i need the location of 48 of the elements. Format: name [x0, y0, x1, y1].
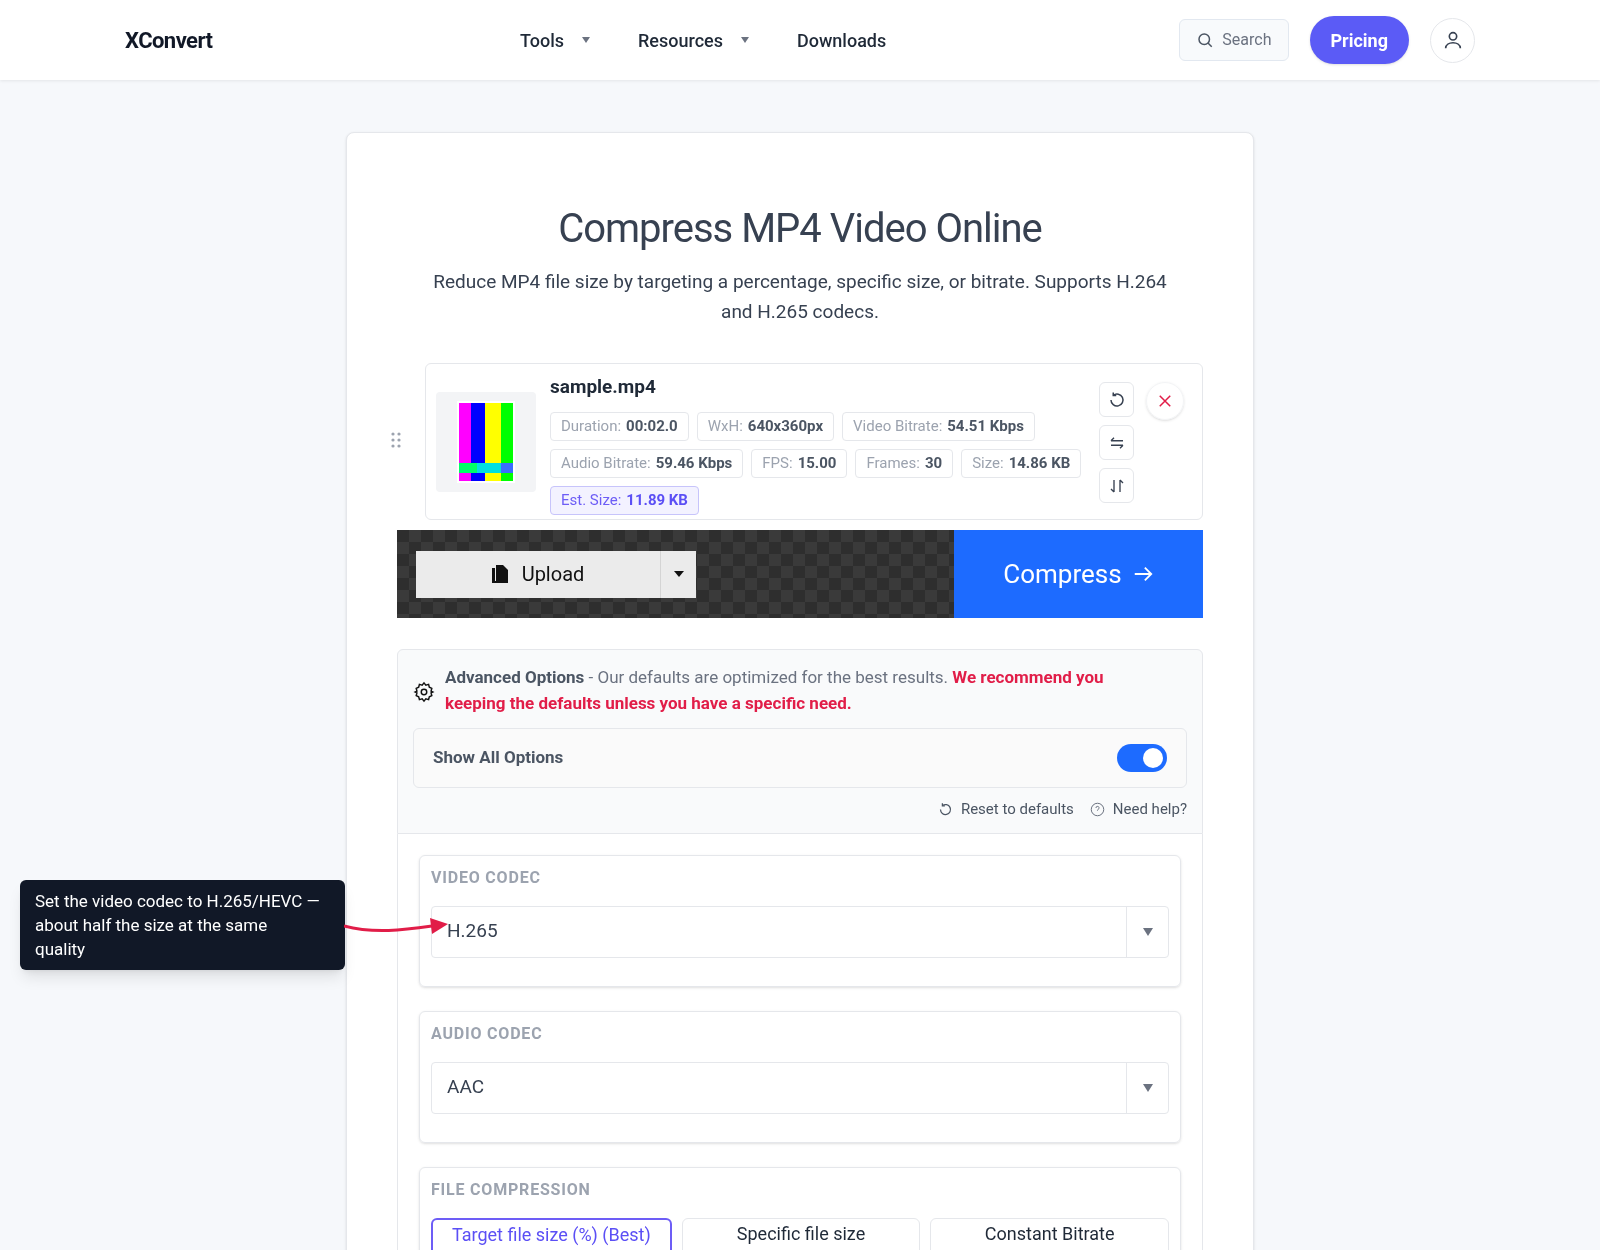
search-icon [1196, 31, 1215, 49]
logo[interactable]: XConvert [125, 23, 425, 57]
tooltip-text: Set the video codec to H.265/HEVC — about half the size at the same quality [35, 890, 320, 961]
help-link[interactable]: Need help? [1089, 798, 1187, 821]
drag-handle-icon [391, 432, 401, 448]
compression-mode-tab[interactable]: Specific file size [681, 1217, 921, 1250]
page-subtitle: Reduce MP4 file size by targeting a percentage, specific size, or bitrate. Supports H.264 and H.265 codecs. [432, 269, 1168, 325]
file-info-tag: FPS: 15.00 [751, 448, 848, 478]
section-label: VIDEO CODEC [431, 866, 542, 889]
select-field[interactable]: AAC [431, 1061, 1169, 1114]
nav-link[interactable]: Resources [638, 26, 749, 54]
file-info-tag: Frames: 30 [855, 448, 954, 478]
show-all-options-label: Show All Options [433, 746, 564, 770]
nav-link[interactable]: Tools [520, 26, 591, 54]
flip-horizontal-button[interactable] [1099, 425, 1134, 460]
close-icon [1156, 392, 1174, 410]
compression-mode-tab[interactable]: Constant Bitrate [930, 1217, 1169, 1250]
rotate-icon [1107, 390, 1126, 409]
file-info-tag: Audio Bitrate: 59.46 Kbps [550, 448, 744, 478]
rotate-button[interactable] [1099, 382, 1134, 417]
caret-icon [1142, 927, 1153, 936]
section-label: AUDIO CODEC [431, 1022, 544, 1045]
nav-link[interactable]: Downloads [797, 26, 887, 54]
account-button[interactable] [1430, 17, 1475, 63]
file-name: sample.mp4 [550, 374, 657, 400]
file-info-tag: Est. Size: 11.89 KB [550, 485, 699, 515]
compress-button[interactable]: Compress [954, 530, 1203, 618]
caret-icon [1142, 1083, 1153, 1092]
file-info-tag: Video Bitrate: 54.51 Kbps [842, 411, 1035, 441]
reset-icon [937, 801, 953, 817]
flip-vertical-button[interactable] [1099, 468, 1134, 503]
file-info-tag: WxH: 640x360px [696, 411, 835, 441]
document-icon [491, 565, 508, 583]
page-title: Compress MP4 Video Online [557, 205, 1043, 253]
toggle-switch[interactable] [1117, 744, 1167, 772]
advanced-options-notice: Advanced Options - Our defaults are optimized for the best results. We recommend you keeping the defaults unless you have a specific need. [445, 666, 1105, 715]
select-field[interactable]: H.265 [431, 905, 1169, 958]
file-info-tag: Size: 14.86 KB [961, 448, 1082, 478]
compression-mode-tab[interactable]: Target file size (%) (Best) [431, 1217, 672, 1250]
pricing-button[interactable]: Pricing [1309, 16, 1409, 64]
settings-icon [413, 681, 435, 703]
caret-icon [673, 571, 684, 577]
file-info-tag: Duration: 00:02.0 [550, 411, 689, 441]
search-button[interactable]: Search [1179, 19, 1289, 61]
upload-button[interactable]: Upload [416, 550, 660, 598]
reset-link[interactable]: Reset to defaults [937, 798, 1074, 821]
section-label: FILE COMPRESSION [431, 1178, 592, 1201]
help-icon [1089, 801, 1105, 817]
